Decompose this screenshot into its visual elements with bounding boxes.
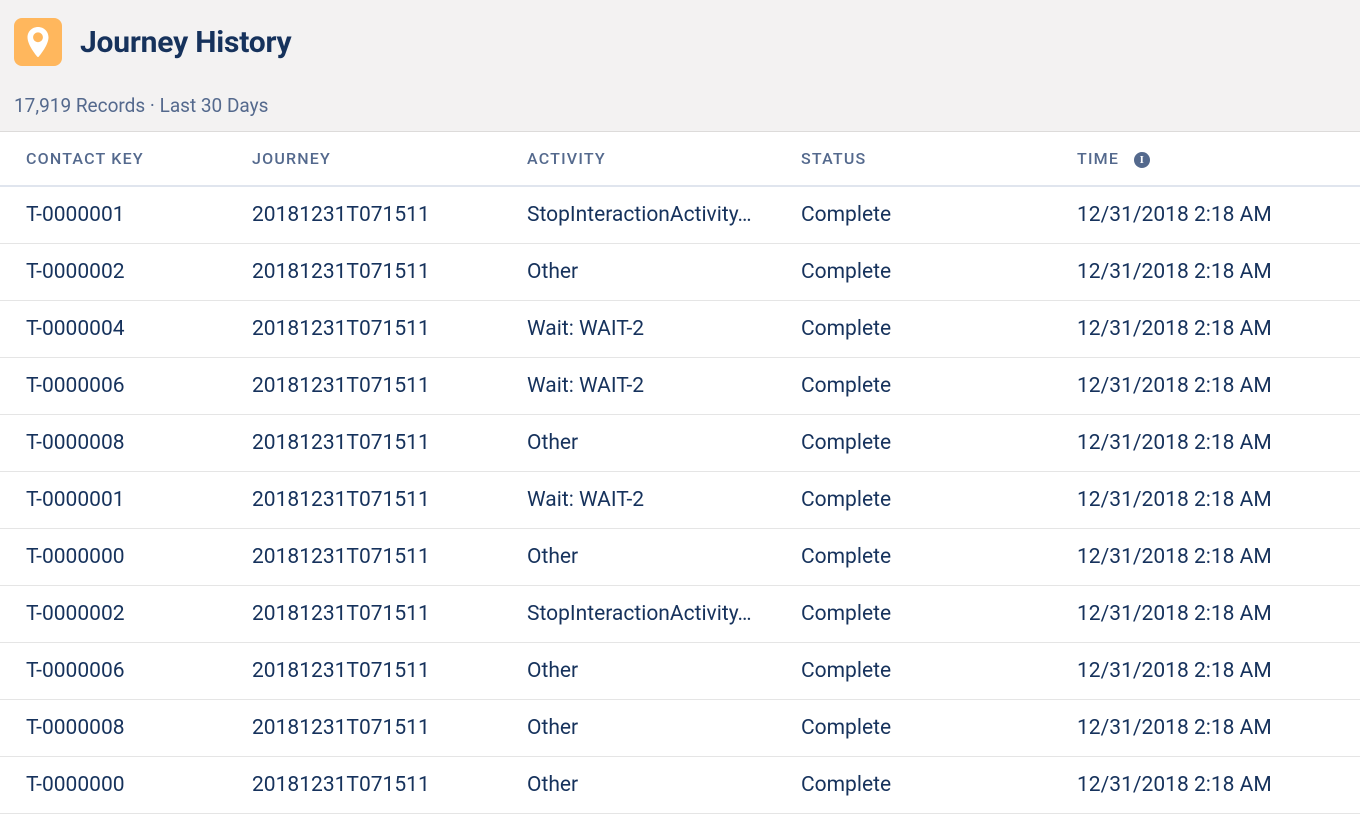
cell-time: 12/31/2018 2:18 AM	[1077, 586, 1360, 643]
cell-contact-key: T-0000001	[0, 472, 252, 529]
cell-status: Complete	[801, 529, 1077, 586]
title-row: Journey History	[14, 18, 1346, 66]
page-header: Journey History 17,919 Records · Last 30…	[0, 0, 1360, 132]
cell-status: Complete	[801, 244, 1077, 301]
cell-time: 12/31/2018 2:18 AM	[1077, 757, 1360, 814]
journey-history-icon	[14, 18, 62, 66]
cell-status: Complete	[801, 358, 1077, 415]
record-meta: 17,919 Records · Last 30 Days	[14, 94, 1346, 117]
info-icon[interactable]: i	[1134, 152, 1150, 168]
col-header-time[interactable]: Time i	[1077, 132, 1360, 186]
cell-activity: Wait: WAIT-2	[527, 358, 801, 415]
page-title: Journey History	[80, 25, 291, 60]
cell-activity: StopInteractionActivity…	[527, 586, 801, 643]
cell-status: Complete	[801, 700, 1077, 757]
cell-activity: Wait: WAIT-2	[527, 301, 801, 358]
cell-status: Complete	[801, 301, 1077, 358]
cell-time: 12/31/2018 2:18 AM	[1077, 529, 1360, 586]
cell-journey: 20181231T071511	[252, 301, 527, 358]
col-header-status[interactable]: Status	[801, 132, 1077, 186]
table-row[interactable]: T-000000820181231T071511OtherComplete12/…	[0, 415, 1360, 472]
table-row[interactable]: T-000000620181231T071511Wait: WAIT-2Comp…	[0, 358, 1360, 415]
cell-contact-key: T-0000000	[0, 529, 252, 586]
cell-journey: 20181231T071511	[252, 244, 527, 301]
cell-status: Complete	[801, 186, 1077, 244]
cell-activity: Other	[527, 244, 801, 301]
cell-journey: 20181231T071511	[252, 586, 527, 643]
cell-contact-key: T-0000006	[0, 643, 252, 700]
cell-contact-key: T-0000002	[0, 244, 252, 301]
cell-contact-key: T-0000000	[0, 757, 252, 814]
cell-activity: Wait: WAIT-2	[527, 472, 801, 529]
cell-activity: Other	[527, 700, 801, 757]
table-row[interactable]: T-000000120181231T071511Wait: WAIT-2Comp…	[0, 472, 1360, 529]
cell-time: 12/31/2018 2:18 AM	[1077, 415, 1360, 472]
cell-status: Complete	[801, 643, 1077, 700]
cell-status: Complete	[801, 757, 1077, 814]
col-header-journey[interactable]: Journey	[252, 132, 527, 186]
cell-journey: 20181231T071511	[252, 415, 527, 472]
cell-contact-key: T-0000002	[0, 586, 252, 643]
table-row[interactable]: T-000000620181231T071511OtherComplete12/…	[0, 643, 1360, 700]
cell-time: 12/31/2018 2:18 AM	[1077, 472, 1360, 529]
table-row[interactable]: T-000000220181231T071511OtherComplete12/…	[0, 244, 1360, 301]
map-pin-icon	[25, 27, 51, 57]
cell-time: 12/31/2018 2:18 AM	[1077, 186, 1360, 244]
cell-contact-key: T-0000008	[0, 415, 252, 472]
cell-contact-key: T-0000001	[0, 186, 252, 244]
cell-time: 12/31/2018 2:18 AM	[1077, 244, 1360, 301]
col-header-activity[interactable]: Activity	[527, 132, 801, 186]
cell-journey: 20181231T071511	[252, 472, 527, 529]
cell-status: Complete	[801, 586, 1077, 643]
cell-activity: StopInteractionActivity…	[527, 186, 801, 244]
table-row[interactable]: T-000000020181231T071511OtherComplete12/…	[0, 757, 1360, 814]
cell-journey: 20181231T071511	[252, 358, 527, 415]
cell-activity: Other	[527, 529, 801, 586]
cell-time: 12/31/2018 2:18 AM	[1077, 301, 1360, 358]
cell-contact-key: T-0000004	[0, 301, 252, 358]
cell-journey: 20181231T071511	[252, 700, 527, 757]
cell-time: 12/31/2018 2:18 AM	[1077, 700, 1360, 757]
table-header-row: Contact Key Journey Activity Status Time…	[0, 132, 1360, 186]
table-row[interactable]: T-000000120181231T071511StopInteractionA…	[0, 186, 1360, 244]
cell-journey: 20181231T071511	[252, 643, 527, 700]
cell-journey: 20181231T071511	[252, 529, 527, 586]
table-row[interactable]: T-000000220181231T071511StopInteractionA…	[0, 586, 1360, 643]
cell-status: Complete	[801, 415, 1077, 472]
cell-contact-key: T-0000006	[0, 358, 252, 415]
cell-contact-key: T-0000008	[0, 700, 252, 757]
col-header-time-label: Time	[1077, 149, 1119, 168]
table-row[interactable]: T-000000420181231T071511Wait: WAIT-2Comp…	[0, 301, 1360, 358]
cell-activity: Other	[527, 757, 801, 814]
col-header-contact-key[interactable]: Contact Key	[0, 132, 252, 186]
cell-activity: Other	[527, 415, 801, 472]
cell-journey: 20181231T071511	[252, 757, 527, 814]
table-row[interactable]: T-000000820181231T071511OtherComplete12/…	[0, 700, 1360, 757]
cell-time: 12/31/2018 2:18 AM	[1077, 643, 1360, 700]
cell-time: 12/31/2018 2:18 AM	[1077, 358, 1360, 415]
journey-history-table: Contact Key Journey Activity Status Time…	[0, 132, 1360, 814]
cell-journey: 20181231T071511	[252, 186, 527, 244]
table-row[interactable]: T-000000020181231T071511OtherComplete12/…	[0, 529, 1360, 586]
cell-activity: Other	[527, 643, 801, 700]
cell-status: Complete	[801, 472, 1077, 529]
